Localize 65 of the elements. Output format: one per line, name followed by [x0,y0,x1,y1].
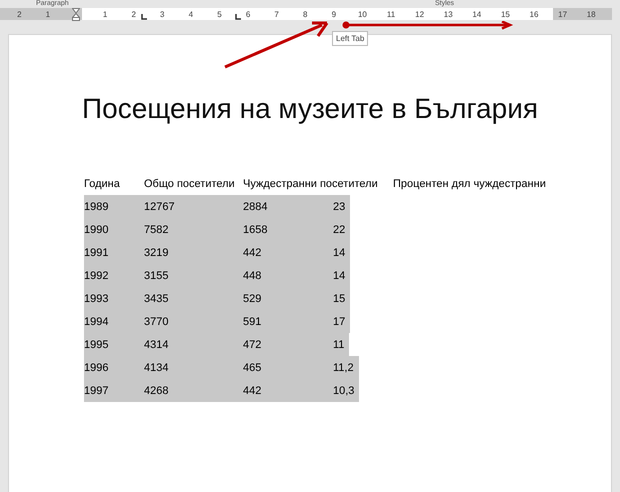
ruler-number: 1 [44,10,52,18]
indent-marker-icon[interactable] [72,8,80,20]
ruler-number: 10 [356,10,368,18]
table-cell-text: 1992 [84,270,110,282]
table-cell-text: 1990 [84,224,110,236]
ruler-number: 2 [130,10,137,18]
table-cell-text: 11 [333,338,346,350]
ruler-number: 16 [528,10,540,18]
ruler-number: 6 [244,10,252,18]
table-cell-text: 23 [333,200,346,212]
column-header: Общо посетители [144,178,236,190]
table-cell-text: 15 [333,292,346,304]
table-cell-text: 11,2 [333,362,355,374]
table-cell-text: 1991 [84,246,110,258]
column-header: Процентен дял чуждестранни [393,178,547,190]
table-cell-text: 1989 [84,200,110,212]
table-cell-text: 448 [243,270,262,282]
ruler-number: 11 [386,10,396,18]
table-cell-text: 1658 [243,224,268,236]
table-cell-text: 22 [333,224,346,236]
table-cell-text: 14 [333,246,346,258]
ruler-number: 1 [102,10,108,18]
table-cell-text: 472 [243,338,262,350]
ruler-number: 17 [557,10,568,18]
table-cell-text: 12767 [144,200,176,212]
table-cell-text: 1993 [84,292,110,304]
ruler-number: 4 [188,10,194,18]
tab-stop-icon[interactable] [141,14,147,20]
table-cell-text: 1995 [84,338,110,350]
ruler-number: 12 [414,10,426,18]
ruler-number: 5 [216,10,223,18]
table-cell-text: 3770 [144,316,170,328]
table-cell-text: 4268 [144,384,170,396]
table-cell-text: 3155 [144,270,170,282]
table-cell-text: 1997 [84,384,110,396]
table-cell-text: 2884 [243,200,268,212]
column-header: Година [84,178,121,190]
table-cell-text: 591 [243,316,262,328]
ruler-number: 8 [302,10,308,18]
table-cell-text: 442 [243,384,262,396]
table-cell-text: 14 [333,270,346,282]
table-cell-text: 4134 [144,362,170,374]
table-cell-text: 3435 [144,292,170,304]
table-cell-text: 465 [243,362,262,374]
tooltip: Left Tab [332,31,368,46]
ruler-number: 14 [471,10,482,18]
table-cell-text: 17 [333,316,346,328]
document-title: Посещения на музеите в България [82,93,538,125]
column-header: Чуждестранни посетители [243,178,379,190]
table-cell-text: 4314 [144,338,170,350]
table-cell-text: 10,3 [333,384,356,396]
table-cell-text: 3219 [144,246,170,258]
ruler-number: 9 [330,10,338,18]
ruler-number: 2 [16,10,23,18]
table-cell-text: 1996 [84,362,110,374]
ruler-number: 18 [586,10,597,18]
table-cell-text: 529 [243,292,262,304]
ruler-number: 15 [500,10,511,18]
tab-stop-icon[interactable] [235,14,241,20]
ruler-number: 3 [159,10,166,18]
table-cell-text: 1994 [84,316,110,328]
table-cell-text: 442 [243,246,262,258]
ruler-number: 7 [273,10,280,18]
ruler-number: 13 [442,10,454,18]
table-cell-text: 7582 [144,224,170,236]
